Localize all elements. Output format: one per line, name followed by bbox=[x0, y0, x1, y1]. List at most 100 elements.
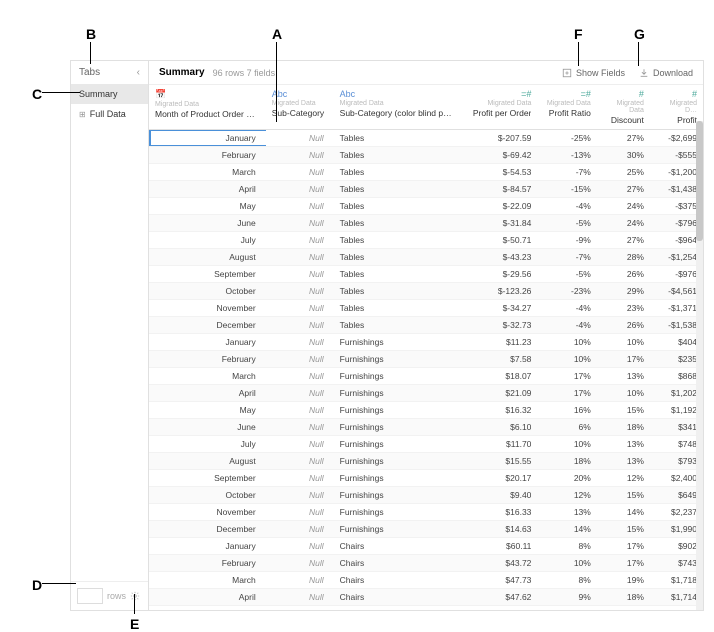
tab-label: Full Data bbox=[90, 109, 126, 119]
table-row[interactable]: JanuaryNullChairs$60.118%17%$902 bbox=[149, 538, 703, 555]
table-row[interactable]: OctoberNullFurnishings$9.4012%15%$649 bbox=[149, 487, 703, 504]
table-row[interactable]: AprilNullChairs$47.629%18%$1,714 bbox=[149, 589, 703, 606]
table-cell: January bbox=[149, 334, 266, 351]
table-cell: June bbox=[149, 419, 266, 436]
table-row[interactable]: JuneNullFurnishings$6.106%18%$341 bbox=[149, 419, 703, 436]
column-header[interactable]: AbcMigrated DataSub-Category (color blin… bbox=[334, 85, 461, 130]
table-cell: $-123.26 bbox=[461, 283, 537, 300]
table-row[interactable]: MarchNullFurnishings$18.0717%13%$868 bbox=[149, 368, 703, 385]
table-row[interactable]: AprilNullFurnishings$21.0917%10%$1,202 bbox=[149, 385, 703, 402]
table-cell: April bbox=[149, 385, 266, 402]
show-fields-button[interactable]: Show Fields bbox=[562, 68, 625, 78]
table-row[interactable]: MayNullFurnishings$16.3216%15%$1,192 bbox=[149, 402, 703, 419]
table-row[interactable]: OctoberNullTables$-123.26-23%29%-$4,561 bbox=[149, 283, 703, 300]
table-row[interactable]: JulyNullFurnishings$11.7010%13%$748 bbox=[149, 436, 703, 453]
sidebar-footer: rows bbox=[71, 581, 148, 610]
collapse-icon[interactable]: ‹ bbox=[137, 67, 140, 78]
table-row[interactable]: MayNullTables$-22.09-4%24%-$375 bbox=[149, 198, 703, 215]
download-label: Download bbox=[653, 68, 693, 78]
field-type-icon: =# bbox=[467, 89, 531, 99]
table-cell: $-54.53 bbox=[461, 164, 537, 181]
table-cell: January bbox=[149, 538, 266, 555]
table-cell: $-43.23 bbox=[461, 249, 537, 266]
tab-summary[interactable]: Summary bbox=[71, 84, 148, 104]
table-row[interactable]: NovemberNullFurnishings$16.3313%14%$2,23… bbox=[149, 504, 703, 521]
column-header[interactable]: 📅Migrated DataMonth of Product Order Dat… bbox=[149, 85, 266, 130]
table-row[interactable]: JanuaryNullTables$-207.59-25%27%-$2,699 bbox=[149, 130, 703, 147]
callout-line bbox=[638, 42, 639, 66]
table-row[interactable]: NovemberNullTables$-34.27-4%23%-$1,371 bbox=[149, 300, 703, 317]
table-row[interactable]: MarchNullChairs$47.738%19%$1,718 bbox=[149, 572, 703, 589]
table-cell: 16% bbox=[537, 402, 596, 419]
table-icon: ⊞ bbox=[79, 110, 86, 119]
column-header[interactable]: =#Migrated DataProfit per Order bbox=[461, 85, 537, 130]
page-title: Summary bbox=[159, 67, 205, 78]
table-cell: Null bbox=[266, 504, 334, 521]
table-cell: $15.55 bbox=[461, 453, 537, 470]
scroll-thumb[interactable] bbox=[696, 121, 703, 241]
table-cell: 13% bbox=[597, 368, 650, 385]
callout-g: G bbox=[634, 26, 645, 42]
table-cell: Null bbox=[266, 521, 334, 538]
table-row[interactable]: AugustNullFurnishings$15.5518%13%$793 bbox=[149, 453, 703, 470]
table-row[interactable]: SeptemberNullTables$-29.56-5%26%-$976 bbox=[149, 266, 703, 283]
table-cell: $16.33 bbox=[461, 504, 537, 521]
content-pane: Summary 96 rows 7 fields Show Fields Dow… bbox=[149, 61, 703, 610]
table-cell: Tables bbox=[334, 147, 461, 164]
column-header[interactable]: =#Migrated DataProfit Ratio bbox=[537, 85, 596, 130]
table-row[interactable]: DecemberNullTables$-32.73-4%26%-$1,538 bbox=[149, 317, 703, 334]
table-cell: 13% bbox=[537, 504, 596, 521]
table-cell: Tables bbox=[334, 232, 461, 249]
callout-c: C bbox=[32, 86, 42, 102]
table-row[interactable]: JuneNullTables$-31.84-5%24%-$796 bbox=[149, 215, 703, 232]
field-type-icon: # bbox=[656, 89, 697, 99]
table-cell: 10% bbox=[537, 334, 596, 351]
table-cell: Tables bbox=[334, 300, 461, 317]
table-cell: January bbox=[149, 130, 266, 147]
table-cell: $43.72 bbox=[461, 555, 537, 572]
table-cell: 17% bbox=[597, 538, 650, 555]
table-cell: 20% bbox=[537, 470, 596, 487]
table-cell: Furnishings bbox=[334, 504, 461, 521]
table-header-row: 📅Migrated DataMonth of Product Order Dat… bbox=[149, 85, 703, 130]
table-row[interactable]: MarchNullTables$-54.53-7%25%-$1,200 bbox=[149, 164, 703, 181]
table-row[interactable]: FebruaryNullTables$-69.42-13%30%-$555 bbox=[149, 147, 703, 164]
table-cell: Furnishings bbox=[334, 487, 461, 504]
table-cell: Null bbox=[266, 130, 334, 147]
table-row[interactable]: FebruaryNullChairs$43.7210%17%$743 bbox=[149, 555, 703, 572]
field-name: Profit Ratio bbox=[543, 108, 590, 118]
table-cell: Null bbox=[266, 147, 334, 164]
scrollbar[interactable] bbox=[696, 121, 703, 610]
table-cell: 24% bbox=[597, 198, 650, 215]
table-row[interactable]: JanuaryNullFurnishings$11.2310%10%$404 bbox=[149, 334, 703, 351]
settings-icon[interactable] bbox=[130, 591, 140, 601]
table-cell: 23% bbox=[597, 300, 650, 317]
table-cell: -5% bbox=[537, 266, 596, 283]
table-cell: $9.40 bbox=[461, 487, 537, 504]
table-row[interactable]: DecemberNullFurnishings$14.6314%15%$1,99… bbox=[149, 521, 703, 538]
table-cell: 6% bbox=[537, 419, 596, 436]
table-cell: 12% bbox=[537, 487, 596, 504]
table-cell: 18% bbox=[537, 453, 596, 470]
table-cell: February bbox=[149, 351, 266, 368]
table-row[interactable]: AugustNullTables$-43.23-7%28%-$1,254 bbox=[149, 249, 703, 266]
table-row[interactable]: SeptemberNullFurnishings$20.1720%12%$2,4… bbox=[149, 470, 703, 487]
table-cell: Null bbox=[266, 232, 334, 249]
field-type-icon: # bbox=[603, 89, 644, 99]
table-cell: $11.70 bbox=[461, 436, 537, 453]
table-row[interactable]: FebruaryNullFurnishings$7.5810%17%$235 bbox=[149, 351, 703, 368]
table-cell: $-22.09 bbox=[461, 198, 537, 215]
rows-input[interactable] bbox=[77, 588, 103, 604]
field-name: Profit per Order bbox=[467, 108, 531, 118]
table-cell: Tables bbox=[334, 198, 461, 215]
table-cell: $14.63 bbox=[461, 521, 537, 538]
table-cell: -15% bbox=[537, 181, 596, 198]
table-row[interactable]: JulyNullTables$-50.71-9%27%-$964 bbox=[149, 232, 703, 249]
download-icon bbox=[639, 68, 649, 78]
download-button[interactable]: Download bbox=[639, 68, 693, 78]
column-header[interactable]: #Migrated DataDiscount bbox=[597, 85, 650, 130]
tab-full-data[interactable]: ⊞ Full Data bbox=[71, 104, 148, 124]
table-row[interactable]: AprilNullTables$-84.57-15%27%-$1,438 bbox=[149, 181, 703, 198]
table-cell: $21.09 bbox=[461, 385, 537, 402]
table-scroll[interactable]: 📅Migrated DataMonth of Product Order Dat… bbox=[149, 85, 703, 610]
